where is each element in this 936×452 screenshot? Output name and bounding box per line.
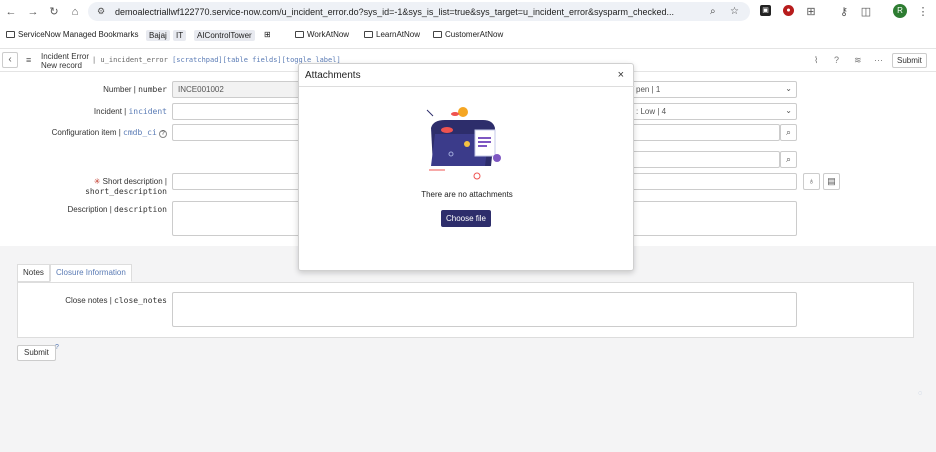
bookmark-managed[interactable]: ServiceNow Managed Bookmarks (6, 30, 139, 39)
number-label: Number | number (103, 85, 167, 94)
address-bar[interactable]: ⚙ demoalectriallwf122770.service-now.com… (88, 2, 750, 21)
folder-icon (295, 31, 304, 38)
incident-label: Incident | incident (93, 107, 167, 116)
folder-icon (364, 31, 373, 38)
bookmark-customeratnow[interactable]: CustomerAtNow (433, 30, 503, 39)
short-desc-label: ✳ Short description | short_description (85, 177, 167, 196)
chevron-down-icon: ⌄ (785, 106, 792, 115)
bookmark-star-icon[interactable]: ☆ (730, 6, 739, 17)
empty-state-text: There are no attachments (421, 190, 513, 199)
key-icon[interactable]: ⚷ (838, 6, 850, 18)
close-icon[interactable]: × (618, 69, 624, 81)
lightbulb-icon[interactable]: ♁ (803, 173, 820, 190)
url-text: demoalectriallwf122770.service-now.com/u… (115, 7, 675, 17)
right-reference-field-2[interactable] (630, 151, 780, 168)
more-options-icon[interactable]: ··· (874, 55, 883, 65)
bookmark-learnatnow[interactable]: LearnAtNow (364, 30, 420, 39)
close-notes-label: Close notes | close_notes (65, 296, 167, 305)
extension-icon[interactable]: ▣ (760, 5, 771, 16)
reload-icon[interactable]: ↻ (48, 6, 60, 18)
browser-toolbar: ← → ↻ ⌂ ⚙ demoalectriallwf122770.service… (0, 0, 936, 25)
profile-avatar[interactable]: R (893, 4, 907, 18)
short-desc-field[interactable] (172, 173, 302, 190)
bookmark-aicontroltower[interactable]: AIControlTower (194, 30, 255, 41)
bottom-help-q[interactable]: ? (55, 344, 59, 351)
incident-field[interactable] (172, 103, 302, 120)
short-desc-field-right[interactable] (630, 173, 797, 190)
site-settings-icon[interactable]: ⚙ (97, 6, 105, 17)
search-icon[interactable]: ⌕ (780, 151, 797, 168)
info-circle-icon[interactable]: ◌ (918, 390, 922, 397)
home-icon[interactable]: ⌂ (69, 6, 81, 18)
help-icon[interactable]: ? (834, 55, 839, 65)
ci-label: Configuration item | cmdb_ci ? (52, 128, 167, 138)
bottom-submit-button[interactable]: Submit (17, 345, 56, 361)
bookmark-workatnow[interactable]: WorkAtNow (295, 30, 349, 39)
description-label: Description | description (67, 205, 167, 214)
puzzle-icon[interactable]: ⊞ (805, 6, 817, 18)
zoom-search-icon[interactable]: ⌕ (710, 6, 716, 17)
attachment-paperclip-icon[interactable]: ⌇ (814, 55, 818, 66)
chevron-down-icon: ⌄ (785, 84, 792, 93)
apps-grid-icon[interactable]: ⊞ (264, 30, 271, 39)
priority-select[interactable]: : Low | 4 ⌄ (630, 103, 797, 120)
forward-arrow-icon[interactable]: → (27, 6, 39, 18)
right-reference-field-1[interactable] (630, 124, 780, 141)
context-menu-icon[interactable]: ≡ (26, 55, 31, 65)
bookmarks-bar: ServiceNow Managed Bookmarks Bajaj IT AI… (0, 27, 936, 44)
modal-title: Attachments (305, 70, 361, 81)
empty-attachments-illustration-icon (426, 107, 501, 180)
description-field-right[interactable] (630, 201, 797, 236)
activity-icon[interactable]: ≋ (854, 55, 862, 66)
folder-icon (433, 31, 442, 38)
choose-file-button[interactable]: Choose file (441, 210, 491, 227)
ci-field[interactable] (172, 124, 302, 141)
description-field[interactable] (172, 201, 302, 236)
tab-notes[interactable]: Notes (17, 264, 50, 282)
search-icon[interactable]: ⌕ (780, 124, 797, 141)
extension-red-icon[interactable]: ● (783, 5, 794, 16)
clipboard-icon[interactable]: ▤ (823, 173, 840, 190)
ci-help-icon[interactable]: ? (159, 130, 167, 138)
number-field[interactable]: INCE001002 (172, 81, 302, 98)
tab-closure-information[interactable]: Closure Information (50, 264, 132, 282)
back-button[interactable]: ‹ (2, 52, 18, 68)
modal-divider (299, 86, 635, 87)
attachments-modal: Attachments × There are no attachments C… (298, 63, 635, 271)
close-notes-field[interactable] (172, 292, 797, 327)
header-submit-button[interactable]: Submit (892, 53, 927, 68)
folder-icon (6, 31, 15, 38)
bookmark-it[interactable]: IT (173, 30, 187, 41)
state-select[interactable]: pen | 1 ⌄ (630, 81, 797, 98)
menu-dots-icon[interactable]: ⋮ (917, 6, 929, 18)
side-panel-icon[interactable]: ◫ (860, 6, 872, 18)
back-arrow-icon[interactable]: ← (5, 6, 17, 18)
bookmark-bajaj[interactable]: Bajaj (146, 30, 170, 41)
related-section (0, 246, 936, 452)
record-title: Incident Error New record (41, 52, 90, 70)
